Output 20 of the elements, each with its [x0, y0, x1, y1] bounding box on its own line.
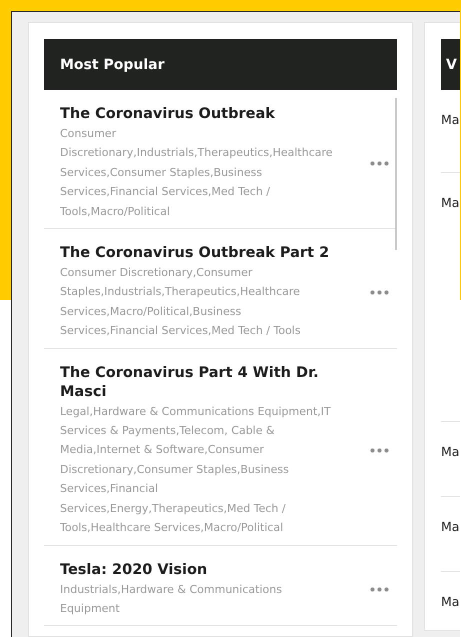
panel-header: V — [441, 39, 460, 90]
article-title[interactable]: Tesla: 2020 Vision — [60, 560, 342, 580]
list-item-title[interactable]: Ma — [441, 195, 460, 210]
panel-header: Most Popular — [44, 39, 397, 90]
article-title[interactable]: The Coronavirus Outbreak — [60, 105, 342, 124]
list-item-title[interactable]: Ma — [441, 444, 460, 459]
article-tags: Consumer Discretionary,Consumer Staples,Industrials,Therapeutics,Healthcare Services,Macro/Political,Business Services,Financial Services,Med Tech / Tools — [60, 263, 342, 341]
list-item-title[interactable]: Ma — [441, 112, 460, 127]
article-title[interactable]: The Coronavirus Part 4 With Dr. Masci — [60, 364, 342, 402]
more-options-icon[interactable] — [370, 160, 389, 166]
article-tags: Industrials,Hardware & Communications Equipment — [60, 580, 342, 618]
list-item-title[interactable]: Ma — [441, 519, 460, 534]
article-title[interactable]: The Coronavirus Outbreak Part 2 — [60, 244, 342, 264]
scrollbar[interactable] — [395, 98, 397, 250]
article-tags: Consumer Discretionary,Industrials,Therapeutics,Healthcare Services,Consumer Staples,Business Services,Financial Services,Med Tech / Tools,Macro/Political — [60, 124, 342, 222]
more-options-icon[interactable] — [370, 290, 389, 295]
more-options-icon[interactable] — [370, 586, 389, 592]
article-tags: Legal,Hardware & Communications Equipment,IT Services & Payments,Telecom, Cable & Media,Internet & Software,Consumer Discretionary,Consumer Staples,Business Services,Financial Services,Energy,Therapeutics,Med Tech / Tools,Healthcare Services,Macro/Political — [60, 402, 342, 538]
more-options-icon[interactable] — [370, 448, 389, 454]
list-item-title[interactable]: Ma — [441, 594, 460, 609]
